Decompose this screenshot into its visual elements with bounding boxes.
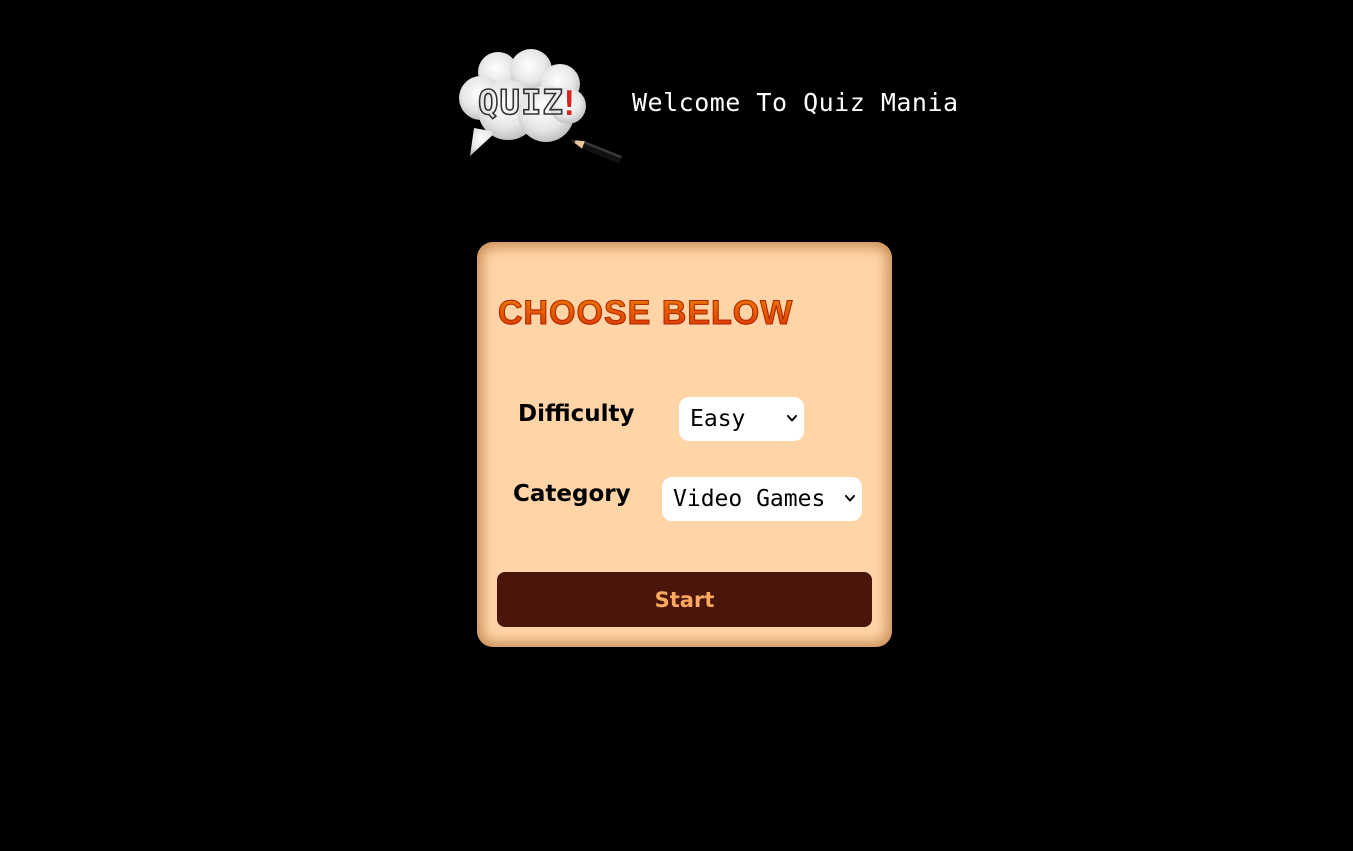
difficulty-label: Difficulty <box>518 401 635 427</box>
svg-text:QUIZ: QUIZ <box>478 83 564 123</box>
welcome-text: Welcome To Quiz Mania <box>632 88 959 117</box>
site-header: QUIZ ! Welcome To Quiz Mania <box>456 48 959 168</box>
start-button[interactable]: Start <box>497 572 872 627</box>
category-label: Category <box>513 481 631 507</box>
quiz-setup-card: CHOOSE BELOW Difficulty Easy Category Vi… <box>477 242 892 647</box>
difficulty-select[interactable]: Easy <box>679 397 804 441</box>
chevron-down-icon <box>787 415 797 422</box>
quiz-logo: QUIZ ! <box>456 48 626 168</box>
category-selected-value: Video Games <box>673 486 826 512</box>
chevron-down-icon <box>845 495 855 502</box>
category-select[interactable]: Video Games <box>662 477 862 521</box>
card-title: CHOOSE BELOW <box>497 294 794 333</box>
difficulty-selected-value: Easy <box>690 406 746 432</box>
svg-text:!: ! <box>559 84 579 124</box>
